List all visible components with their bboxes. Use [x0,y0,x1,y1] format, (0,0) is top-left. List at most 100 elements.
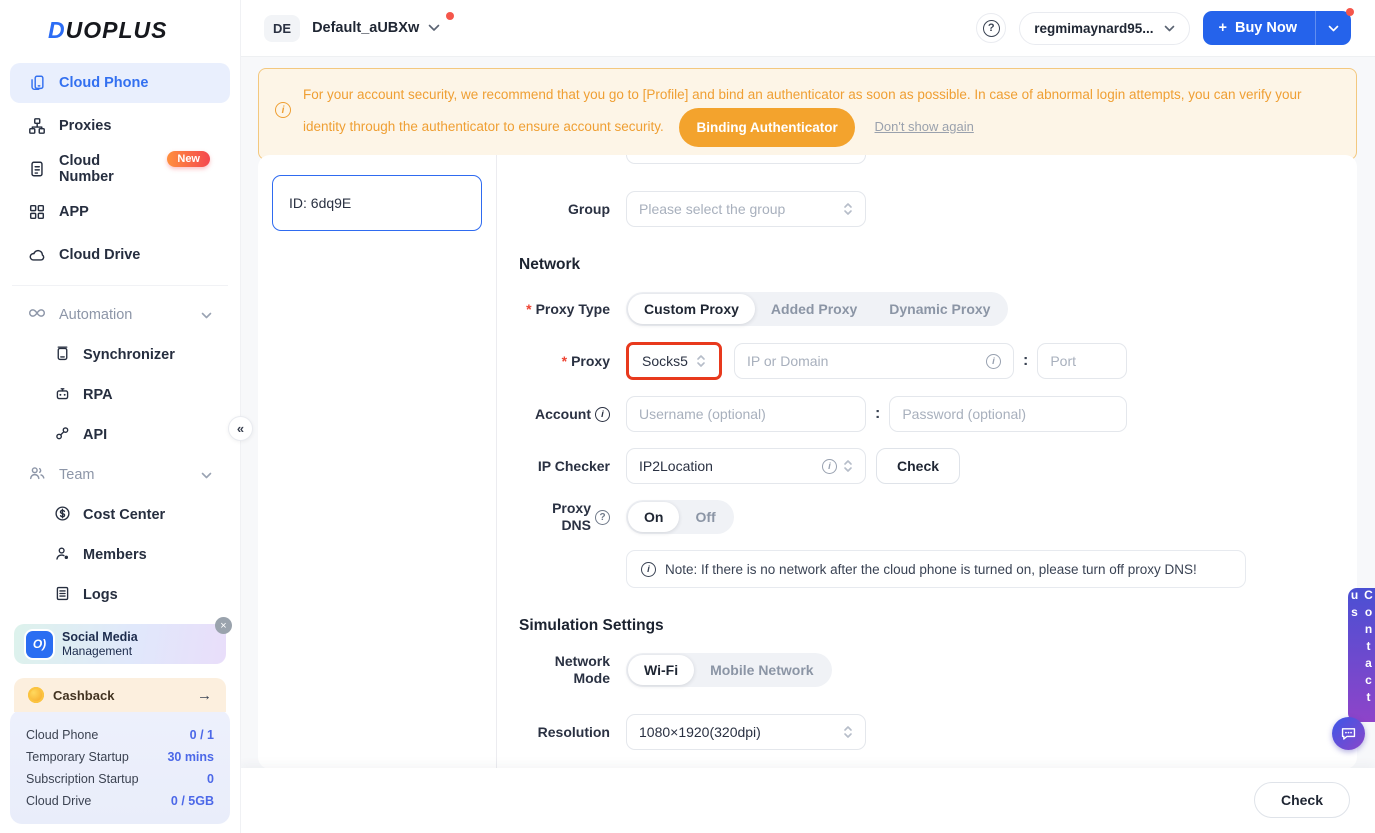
proxy-type-option-added[interactable]: Added Proxy [755,294,873,324]
dns-on-option[interactable]: On [628,502,679,532]
sidebar-item-label: APP [59,204,89,220]
sidebar-item-label: Synchronizer [83,347,175,363]
sidebar-item-label: API [83,427,107,443]
proxy-username-input[interactable]: Username (optional) [626,396,866,432]
sidebar-item-label: Proxies [59,118,111,134]
sidebar-item-rpa[interactable]: RPA [10,376,230,414]
cashback-banner[interactable]: Cashback → [14,678,226,712]
simulation-settings-heading: Simulation Settings [519,617,1357,635]
chat-bubble-button[interactable] [1332,717,1365,750]
proxy-type-label: Proxy Type [536,301,610,318]
help-button[interactable]: ? [976,13,1006,43]
sidebar-item-members[interactable]: Members [10,536,230,574]
stat-label: Temporary Startup [26,750,129,764]
proxy-host-input[interactable]: IP or Domain i [734,343,1014,379]
sidebar-item-label: Cost Center [83,507,165,523]
stat-value: 0 / 1 [190,728,214,742]
sidebar-group-team[interactable]: Team [10,456,230,494]
sidebar-item-proxies[interactable]: Proxies [10,106,230,146]
updown-chevrons-icon [696,354,706,368]
stat-value: 0 [207,772,214,786]
close-icon[interactable]: × [215,617,232,634]
ip-check-button[interactable]: Check [876,448,960,484]
sidebar-group-label: Team [59,467,94,483]
dns-note: i Note: If there is no network after the… [626,550,1246,588]
sidebar-item-cloud-number[interactable]: Cloud Number New [10,149,230,189]
settings-form: Name Group Please select the group Netwo… [497,155,1357,769]
chevron-down-icon [201,307,212,323]
proxy-row: *Proxy Socks5 IP or Domain i : Port [519,342,1357,380]
question-icon: ? [983,20,1000,37]
workspace-name: Default_aUBXw [312,20,419,36]
required-mark: * [526,301,531,318]
chat-icon [1340,725,1357,742]
dont-show-again-link[interactable]: Don't show again [875,119,974,134]
sidebar-item-logs[interactable]: Logs [10,576,230,614]
proxy-type-option-dynamic[interactable]: Dynamic Proxy [873,294,1006,324]
chevron-down-icon[interactable] [428,24,440,32]
sidebar-collapse-button[interactable]: « [228,416,253,441]
account-dropdown[interactable]: regmimaynard95... [1019,12,1189,45]
coin-icon [28,687,44,703]
resolution-select[interactable]: 1080×1920(320dpi) [626,714,866,750]
automation-icon [28,304,46,326]
stat-label: Cloud Phone [26,728,98,742]
contact-us-tab[interactable]: Contact us [1348,588,1375,722]
footer-check-button[interactable]: Check [1254,782,1350,818]
sidebar-divider [12,285,228,286]
buy-now-dropdown-button[interactable] [1316,11,1351,45]
network-mode-row: Network Mode Wi-Fi Mobile Network [519,653,1357,687]
team-icon [28,464,46,486]
proxy-type-row: * Proxy Type Custom Proxy Added Proxy Dyn… [519,292,1357,326]
social-media-management-banner[interactable]: O) Social MediaManagement × [14,624,226,664]
info-icon: i [275,102,291,118]
sidebar-item-cloud-drive[interactable]: Cloud Drive [10,235,230,275]
sidebar-item-api[interactable]: API [10,416,230,454]
sidebar-item-label: Cloud Drive [59,247,140,263]
proxy-port-input[interactable]: Port [1037,343,1127,379]
cloud-phone-icon [28,74,46,92]
buy-now-button[interactable]: + Buy Now [1203,11,1317,45]
proxy-type-option-custom[interactable]: Custom Proxy [628,294,755,324]
sidebar-item-cloud-phone[interactable]: Cloud Phone [10,63,230,103]
network-mode-wifi[interactable]: Wi-Fi [628,655,694,685]
new-badge: New [167,151,210,167]
group-select[interactable]: Please select the group [626,191,866,227]
info-icon: i [986,354,1001,369]
cashback-label: Cashback [53,688,114,703]
sidebar-item-label: Cloud Number [59,153,156,185]
binding-authenticator-button[interactable]: Binding Authenticator [679,108,854,147]
rpa-robot-icon [54,385,71,406]
security-warning-banner: i For your account security, we recommen… [258,68,1357,160]
app-grid-icon [28,203,46,221]
ip-checker-select[interactable]: IP2Location i [626,448,866,484]
duoplus-logo: DUOPLUS [0,0,240,54]
sidebar-item-cost-center[interactable]: Cost Center [10,496,230,534]
device-id-card[interactable]: ID: 6dq9E [272,175,482,231]
proxy-password-input[interactable]: Password (optional) [889,396,1127,432]
resolution-row: Resolution 1080×1920(320dpi) [519,714,1357,750]
network-mode-mobile[interactable]: Mobile Network [694,655,829,685]
updown-chevrons-icon [843,725,853,739]
info-icon: i [595,407,610,422]
promo-text: Social MediaManagement [62,630,138,658]
sidebar-item-synchronizer[interactable]: Synchronizer [10,336,230,374]
account-row: Accounti Username (optional) : Password … [519,396,1357,432]
notification-dot [446,12,454,20]
ip-checker-label: IP Checker [519,458,610,475]
ip-checker-row: IP Checker IP2Location i Check [519,448,1357,484]
proxy-dns-toggle: On Off [626,500,734,534]
dns-off-option[interactable]: Off [679,502,731,532]
network-mode-segmented: Wi-Fi Mobile Network [626,653,832,687]
sidebar-item-app[interactable]: APP [10,192,230,232]
stat-row: Subscription Startup 0 [26,768,214,790]
chevron-down-icon [201,467,212,483]
account-label: Account [535,406,591,423]
proxy-protocol-select[interactable]: Socks5 [626,342,722,380]
plus-icon: + [1219,20,1227,36]
sidebar-group-automation[interactable]: Automation [10,296,230,334]
stat-label: Subscription Startup [26,772,139,786]
name-input[interactable] [626,155,866,164]
sidebar-item-label: Logs [83,587,118,603]
proxy-dns-label: Proxy DNS [519,500,591,534]
